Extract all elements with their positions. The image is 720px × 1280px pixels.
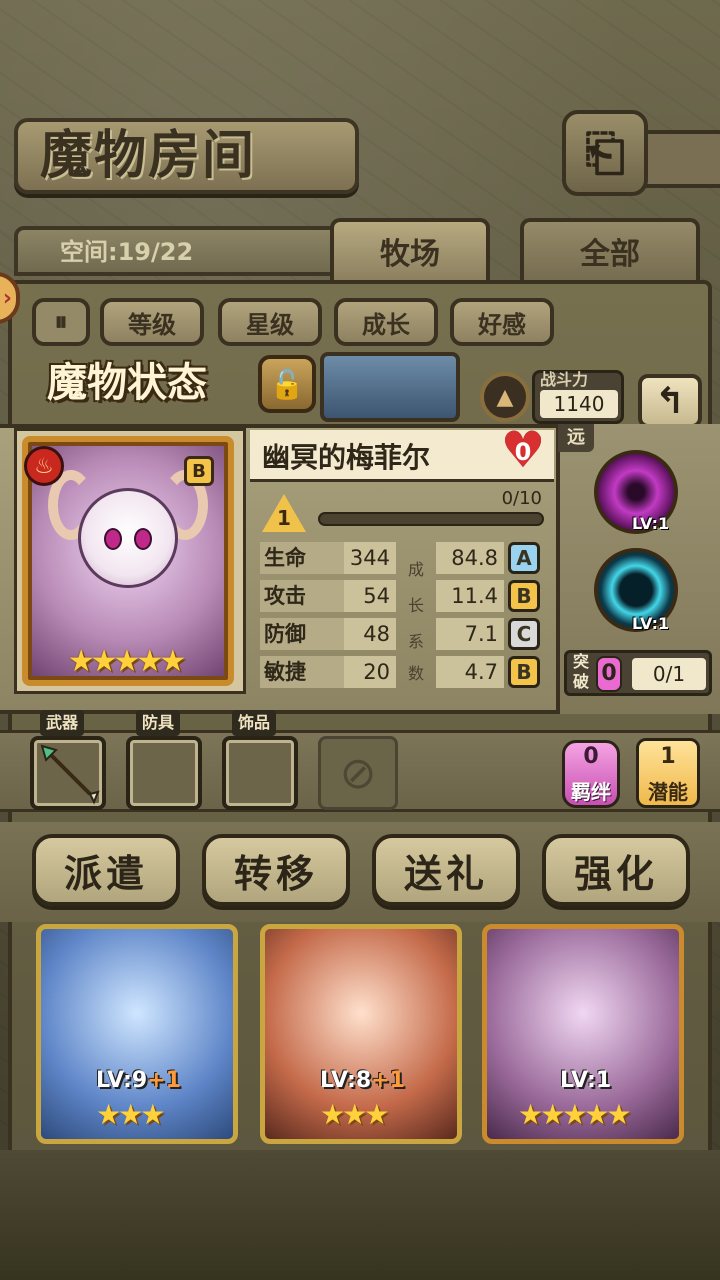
breakthrough-progress: 0/1 <box>632 658 706 690</box>
sort-star-button[interactable]: 星级 <box>218 298 322 346</box>
sort-affection-button[interactable]: 好感 <box>450 298 554 346</box>
armor-slot[interactable] <box>126 736 202 810</box>
power-icon: ▲ <box>480 372 530 422</box>
affection-value: 0 <box>514 438 532 466</box>
card-stars: ★★★ <box>320 1098 389 1131</box>
accessory-slot[interactable] <box>222 736 298 810</box>
stat-atk-grade: B <box>508 580 540 612</box>
sort-level-button[interactable]: 等级 <box>100 298 204 346</box>
card-level: LV:1 <box>560 1068 612 1093</box>
armor-label: 防具 <box>136 710 181 736</box>
eye-right <box>134 528 152 550</box>
potential-count: 1 <box>660 744 676 769</box>
potential-label: 潜能 <box>648 780 688 804</box>
growth-char: 成 <box>407 560 424 579</box>
gift-button[interactable]: 送礼 <box>372 834 520 906</box>
weapon-label: 武器 <box>40 710 85 736</box>
star-rating: ★★★★★ <box>67 644 186 679</box>
arrow-icon <box>40 744 100 805</box>
stat-atk-label: 攻击 <box>260 580 344 612</box>
exp-bar <box>318 512 544 526</box>
list-item[interactable] <box>320 352 460 422</box>
stat-atk-growth: 11.4 <box>436 580 504 612</box>
card-stars: ★★★★★ <box>518 1098 632 1131</box>
sort-growth-button[interactable]: 成长 <box>334 298 438 346</box>
range-tag: 远 <box>558 424 594 452</box>
stat-agi-label: 敏捷 <box>260 656 344 688</box>
stat-hp-value: 344 <box>344 542 396 574</box>
stat-def-label: 防御 <box>260 618 344 650</box>
back-icon[interactable]: ⎗ <box>562 110 648 196</box>
transfer-button[interactable]: 转移 <box>202 834 350 906</box>
card-stars: ★★★ <box>96 1098 165 1131</box>
return-icon[interactable]: ↰ <box>638 374 702 428</box>
lock-icon[interactable]: 🔓 <box>258 355 316 413</box>
page-title: 魔物房间 <box>40 125 257 186</box>
power-label: 战斗力 <box>540 370 589 389</box>
stat-hp-grade: A <box>508 542 540 574</box>
weapon-slot[interactable] <box>30 736 106 810</box>
bond-count: 0 <box>583 744 599 769</box>
stat-hp-growth: 84.8 <box>436 542 504 574</box>
tab-ranch[interactable]: 牧场 <box>330 218 490 280</box>
growth-char: 长 <box>407 596 424 615</box>
skill-level: LV:1 <box>632 614 670 633</box>
breakthrough-label: 突破 <box>572 652 589 691</box>
skill-level: LV:1 <box>632 514 670 533</box>
monster-name: 幽冥的梅菲尔 <box>262 441 431 474</box>
stat-def-value: 48 <box>344 618 396 650</box>
bottom-strip <box>0 1150 720 1280</box>
rank-badge: B <box>184 456 214 486</box>
bond-label: 羁绊 <box>571 780 611 804</box>
power-value: 1140 <box>540 390 618 418</box>
stat-agi-value: 20 <box>344 656 396 688</box>
eye-left <box>104 528 122 550</box>
tab-all[interactable]: 全部 <box>520 218 700 280</box>
stat-def-growth: 7.1 <box>436 618 504 650</box>
header-right-bar <box>640 130 720 188</box>
exp-text: 0/10 <box>501 488 542 509</box>
status-title: 魔物状态 <box>47 359 207 406</box>
stat-agi-grade: B <box>508 656 540 688</box>
monster-face <box>78 488 178 588</box>
card-level: LV:8+1 <box>320 1068 405 1093</box>
sort-order-button[interactable]: ⏸ <box>32 298 90 346</box>
enhance-button[interactable]: 强化 <box>542 834 690 906</box>
breakthrough-count: 0 <box>596 656 622 692</box>
stat-agi-growth: 4.7 <box>436 656 504 688</box>
card-level: LV:9+1 <box>96 1068 181 1093</box>
fire-element-icon: ♨ <box>24 446 64 486</box>
growth-char: 数 <box>407 664 424 683</box>
growth-char: 系 <box>407 632 424 651</box>
space-counter: 空间:19/22 <box>60 238 194 266</box>
stat-atk-value: 54 <box>344 580 396 612</box>
dispatch-button[interactable]: 派遣 <box>32 834 180 906</box>
stat-hp-label: 生命 <box>260 542 344 574</box>
stat-def-grade: C <box>508 618 540 650</box>
locked-slot-icon: ⊘ <box>318 736 398 810</box>
accessory-label: 饰品 <box>232 710 277 736</box>
